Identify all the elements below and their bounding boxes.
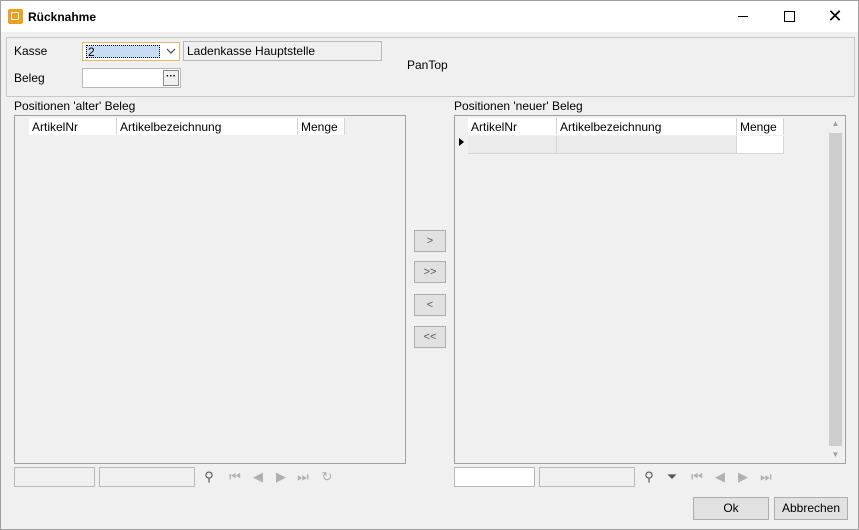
last-record-icon[interactable]: ⏭: [758, 468, 774, 486]
last-record-icon[interactable]: ⏭: [295, 468, 311, 486]
system-name: PanTop: [407, 58, 448, 72]
title-bar: Rücknahme ✕: [1, 1, 858, 32]
move-one-left-button[interactable]: <: [414, 294, 446, 316]
kasse-name-field: Ladenkasse Hauptstelle: [183, 41, 382, 61]
table-cell-artikelnr[interactable]: [468, 136, 557, 154]
new-grid-header: ArtikelNr Artikelbezeichnung Menge: [468, 118, 784, 135]
beleg-lookup-button[interactable]: ···: [163, 70, 179, 86]
scrollbar-thumb[interactable]: [829, 133, 842, 446]
column-header-menge[interactable]: Menge: [298, 118, 345, 135]
search-icon[interactable]: ⚲: [201, 468, 217, 486]
ok-button[interactable]: Ok: [693, 497, 769, 520]
search-icon[interactable]: ⚲: [641, 468, 657, 486]
old-receipt-title: Positionen 'alter' Beleg: [14, 99, 136, 113]
column-header-artikelbezeichnung[interactable]: Artikelbezeichnung: [557, 118, 737, 135]
scroll-up-icon[interactable]: ▲: [827, 117, 844, 131]
window-title: Rücknahme: [28, 10, 97, 24]
first-record-icon[interactable]: ⏮: [227, 468, 243, 486]
dialog-window: Rücknahme ✕ Kasse 2 Ladenkasse Hauptstel…: [0, 0, 859, 530]
new-grid-search-field-1[interactable]: [454, 467, 535, 487]
kasse-value: 2: [86, 45, 160, 59]
first-record-icon[interactable]: ⏮: [689, 468, 705, 486]
minimize-button[interactable]: [720, 1, 766, 32]
minimize-icon: [738, 16, 748, 17]
close-icon: ✕: [827, 6, 843, 26]
refresh-icon[interactable]: ↻: [319, 468, 335, 486]
kasse-combobox[interactable]: 2: [82, 42, 180, 61]
cancel-button[interactable]: Abbrechen: [774, 497, 848, 520]
move-one-right-button[interactable]: >: [414, 230, 446, 252]
column-header-artikelbezeichnung[interactable]: Artikelbezeichnung: [117, 118, 298, 135]
previous-record-icon[interactable]: ◀: [712, 468, 728, 486]
close-button[interactable]: ✕: [812, 1, 858, 32]
beleg-label: Beleg: [14, 71, 45, 85]
new-receipt-grid[interactable]: ArtikelNr Artikelbezeichnung Menge ▲ ▼: [454, 115, 846, 464]
table-cell-artikelbezeichnung[interactable]: [557, 136, 737, 154]
column-header-artikelnr[interactable]: ArtikelNr: [29, 118, 117, 135]
previous-record-icon[interactable]: ◀: [250, 468, 266, 486]
filter-icon[interactable]: ⏷: [664, 468, 680, 486]
old-grid-header: ArtikelNr Artikelbezeichnung Menge: [29, 118, 345, 135]
scroll-down-icon[interactable]: ▼: [827, 448, 844, 462]
old-receipt-grid[interactable]: ArtikelNr Artikelbezeichnung Menge: [14, 115, 406, 464]
old-grid-search-field-2[interactable]: [99, 467, 195, 487]
next-record-icon[interactable]: ▶: [735, 468, 751, 486]
maximize-icon: [784, 11, 795, 22]
new-grid-search-field-2[interactable]: [539, 467, 635, 487]
move-all-right-button[interactable]: >>: [414, 261, 446, 283]
beleg-input[interactable]: ···: [82, 68, 181, 88]
app-icon: [8, 9, 23, 24]
table-cell-menge[interactable]: [737, 136, 784, 154]
maximize-button[interactable]: [766, 1, 812, 32]
chevron-down-icon[interactable]: [165, 45, 177, 58]
vertical-scrollbar[interactable]: ▲ ▼: [827, 117, 844, 462]
column-header-menge[interactable]: Menge: [737, 118, 784, 135]
new-receipt-title: Positionen 'neuer' Beleg: [454, 99, 583, 113]
next-record-icon[interactable]: ▶: [273, 468, 289, 486]
column-header-artikelnr[interactable]: ArtikelNr: [468, 118, 557, 135]
old-grid-search-field-1[interactable]: [14, 467, 95, 487]
move-all-left-button[interactable]: <<: [414, 326, 446, 348]
kasse-label: Kasse: [14, 44, 48, 58]
table-row[interactable]: [468, 136, 784, 154]
